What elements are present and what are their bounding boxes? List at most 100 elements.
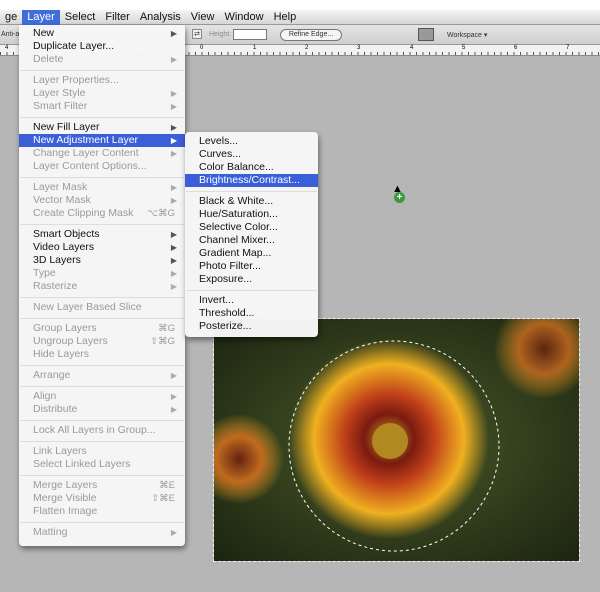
menu-separator — [19, 361, 185, 369]
swap-icon[interactable]: ⇄ — [192, 29, 202, 39]
height-input[interactable] — [233, 29, 267, 40]
submenu-arrow-icon: ▶ — [170, 123, 177, 132]
menu-item-selective-color[interactable]: Selective Color... — [185, 221, 318, 234]
menu-separator — [19, 382, 185, 390]
menu-item-label: Ungroup Layers — [33, 335, 108, 347]
flower-photo[interactable] — [213, 318, 580, 562]
menu-item-exposure[interactable]: Exposure... — [185, 273, 318, 286]
menu-item-color-balance[interactable]: Color Balance... — [185, 161, 318, 174]
antialias-option[interactable]: Anti-a — [1, 31, 19, 38]
menu-item-label: Layer Content Options... — [33, 160, 147, 172]
menu-item-black-white[interactable]: Black & White... — [185, 195, 318, 208]
menu-item-smart-objects[interactable]: Smart Objects ▶ — [19, 228, 185, 241]
menu-select[interactable]: Select — [60, 10, 101, 25]
menu-view[interactable]: View — [186, 10, 220, 25]
menu-item-posterize[interactable]: Posterize... — [185, 320, 318, 333]
menu-item-label: Type — [33, 267, 56, 279]
ruler-label: 4 — [410, 45, 414, 51]
menu-image[interactable]: ge — [0, 10, 22, 25]
ruler-label: 2 — [305, 45, 309, 51]
menu-item-label: Rasterize — [33, 280, 78, 292]
menu-help[interactable]: Help — [269, 10, 302, 25]
shortcut-label: ⌘G — [158, 323, 175, 334]
submenu-arrow-icon: ▶ — [170, 55, 177, 64]
menu-item-photo-filter[interactable]: Photo Filter... — [185, 260, 318, 273]
menu-item-label: Merge Visible — [33, 492, 97, 504]
menu-item-label: New Layer Based Slice — [33, 301, 142, 313]
shortcut-label: ⇧⌘E — [151, 493, 175, 504]
menu-item-matting: Matting ▶ — [19, 526, 185, 539]
menu-window[interactable]: Window — [219, 10, 268, 25]
menu-item-layer-properties: Layer Properties... — [19, 74, 185, 87]
menu-analysis[interactable]: Analysis — [135, 10, 186, 25]
menu-item-vector-mask: Vector Mask ▶ — [19, 194, 185, 207]
menu-item-label: Smart Objects — [33, 228, 100, 240]
ruler-label: 4 — [5, 45, 9, 51]
ruler-label: 7 — [566, 45, 570, 51]
menu-item-label: New Adjustment Layer — [33, 134, 139, 146]
menu-item-channel-mixer[interactable]: Channel Mixer... — [185, 234, 318, 247]
submenu-arrow-icon: ▶ — [170, 183, 177, 192]
ruler-label: 0 — [200, 45, 204, 51]
refine-edge-button[interactable]: Refine Edge... — [280, 29, 342, 41]
menu-item-change-layer-content: Change Layer Content ▶ — [19, 147, 185, 160]
menu-item-brightness-contrast[interactable]: Brightness/Contrast... — [185, 174, 318, 187]
submenu-arrow-icon: ▶ — [170, 528, 177, 537]
menu-item-label: Curves... — [199, 148, 242, 160]
menu-item-label: Align — [33, 390, 57, 402]
menu-separator — [19, 471, 185, 479]
menu-item-invert[interactable]: Invert... — [185, 294, 318, 307]
menu-item-curves[interactable]: Curves... — [185, 148, 318, 161]
workspace-button[interactable]: Workspace ▾ — [447, 31, 487, 39]
menu-item-hue-saturation[interactable]: Hue/Saturation... — [185, 208, 318, 221]
bridge-icon[interactable] — [418, 28, 434, 41]
menu-item-smart-filter: Smart Filter ▶ — [19, 100, 185, 113]
menu-layer[interactable]: Layer — [22, 10, 60, 25]
menu-item-threshold[interactable]: Threshold... — [185, 307, 318, 320]
menu-item-duplicate-layer[interactable]: Duplicate Layer... — [19, 40, 185, 53]
menu-item-label: Black & White... — [199, 195, 274, 207]
menu-item-levels[interactable]: Levels... — [185, 135, 318, 148]
menu-item-label: New — [33, 27, 55, 39]
menu-item-label: Vector Mask — [33, 194, 91, 206]
menu-item-label: Hue/Saturation... — [199, 208, 278, 220]
shortcut-label: ⌘E — [159, 480, 175, 491]
menu-item-label: Brightness/Contrast... — [199, 174, 300, 186]
menu-item-label: Posterize... — [199, 320, 252, 332]
menu-item-3d-layers[interactable]: 3D Layers ▶ — [19, 254, 185, 267]
menu-item-new-layer-based-slice: New Layer Based Slice — [19, 301, 185, 314]
menu-item-select-linked-layers: Select Linked Layers — [19, 458, 185, 471]
menu-item-label: Invert... — [199, 294, 235, 306]
menu-item-label: Selective Color... — [199, 221, 278, 233]
menu-item-label: Create Clipping Mask — [33, 207, 134, 219]
menu-item-label: Group Layers — [33, 322, 97, 334]
menu-item-flatten-image: Flatten Image — [19, 505, 185, 518]
new-adjustment-layer-submenu: Levels... Curves... Color Balance... Bright… — [185, 132, 318, 337]
submenu-arrow-icon: ▶ — [170, 405, 177, 414]
menu-item-lock-all-layers-in-group: Lock All Layers in Group... — [19, 424, 185, 437]
menu-item-new-fill-layer[interactable]: New Fill Layer ▶ — [19, 121, 185, 134]
shortcut-label: ⇧⌘G — [150, 336, 175, 347]
menu-separator — [19, 220, 185, 228]
menu-item-label: Hide Layers — [33, 348, 90, 360]
menu-item-label: Link Layers — [33, 445, 87, 457]
menu-filter[interactable]: Filter — [100, 10, 134, 25]
height-label: Height: — [209, 31, 232, 38]
submenu-arrow-icon: ▶ — [170, 149, 177, 158]
submenu-arrow-icon: ▶ — [170, 371, 177, 380]
menu-item-new[interactable]: New ▶ — [19, 27, 185, 40]
menu-item-create-clipping-mask: Create Clipping Mask ⌥⌘G — [19, 207, 185, 220]
submenu-arrow-icon: ▶ — [170, 29, 177, 38]
menu-separator — [19, 437, 185, 445]
menu-item-video-layers[interactable]: Video Layers ▶ — [19, 241, 185, 254]
menu-item-new-adjustment-layer[interactable]: New Adjustment Layer ▶ — [19, 134, 185, 147]
menu-item-label: Levels... — [199, 135, 239, 147]
menu-item-rasterize: Rasterize ▶ — [19, 280, 185, 293]
menu-separator — [19, 173, 185, 181]
menu-item-merge-visible: Merge Visible ⇧⌘E — [19, 492, 185, 505]
submenu-arrow-icon: ▶ — [170, 282, 177, 291]
menu-separator — [19, 66, 185, 74]
menu-item-group-layers: Group Layers ⌘G — [19, 322, 185, 335]
menu-item-gradient-map[interactable]: Gradient Map... — [185, 247, 318, 260]
submenu-arrow-icon: ▶ — [170, 89, 177, 98]
